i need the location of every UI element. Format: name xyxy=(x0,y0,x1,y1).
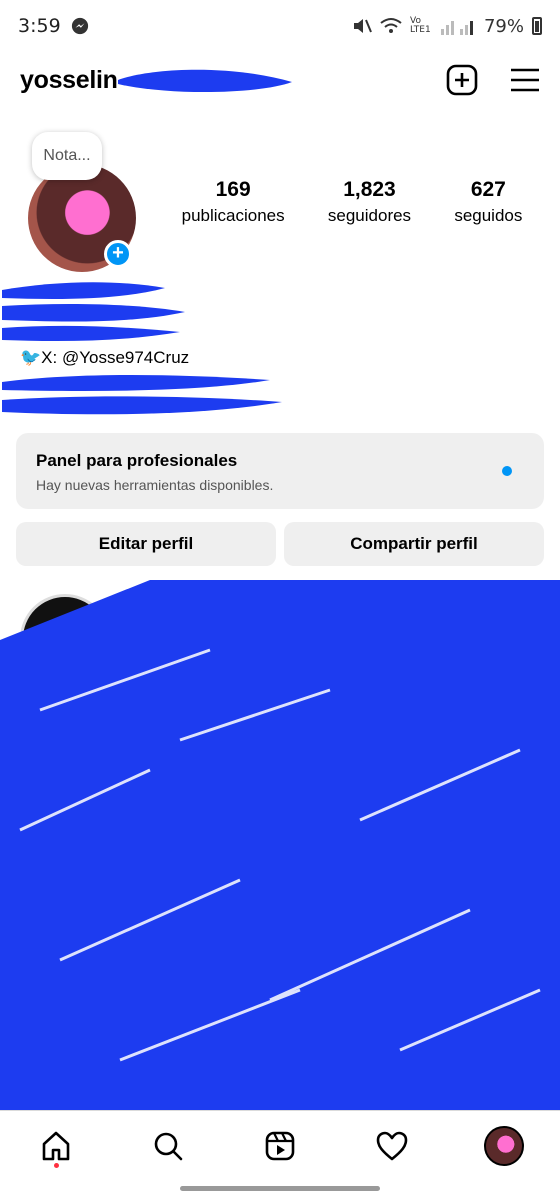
notification-dot xyxy=(502,466,512,476)
status-bar: 3:59 Vo LTE1 79% xyxy=(0,0,560,52)
messenger-icon xyxy=(71,17,88,35)
note-bubble[interactable]: Nota... xyxy=(32,132,102,180)
stat-following[interactable]: 627 seguidos xyxy=(454,178,522,226)
professional-dashboard[interactable]: Panel para profesionales Hay nuevas herr… xyxy=(16,433,544,509)
profile-header: yosselin xyxy=(0,52,560,108)
stat-value: 169 xyxy=(215,178,251,201)
stat-value: 627 xyxy=(470,178,506,201)
nav-activity[interactable] xyxy=(364,1118,420,1174)
pro-panel-title: Panel para profesionales xyxy=(36,451,238,470)
bio-social-handle[interactable]: 🐦X: @Yosse974Cruz xyxy=(20,346,540,369)
battery-percent: 79% xyxy=(483,15,524,37)
signal-icon xyxy=(440,21,473,35)
menu-icon[interactable] xyxy=(510,67,540,93)
edit-profile-button[interactable]: Editar perfil xyxy=(16,522,276,566)
battery-icon xyxy=(532,17,542,35)
add-story-icon[interactable]: + xyxy=(104,240,132,268)
profile-bio: 🐦X: @Yosse974Cruz xyxy=(2,276,540,415)
bottom-navigation xyxy=(0,1110,560,1180)
home-icon xyxy=(42,1131,70,1160)
network-label: Vo LTE1 xyxy=(409,16,431,35)
new-post-icon[interactable] xyxy=(446,64,478,96)
profile-avatar[interactable]: + xyxy=(28,164,136,272)
gesture-bar xyxy=(180,1186,380,1191)
stat-label: seguidos xyxy=(454,206,523,225)
nav-reels[interactable] xyxy=(252,1118,308,1174)
stat-followers[interactable]: 1,823 seguidores xyxy=(328,178,411,226)
nav-home[interactable] xyxy=(28,1118,84,1174)
username[interactable]: yosselin xyxy=(20,66,118,95)
profile-actions: Editar perfil Compartir perfil xyxy=(16,522,544,566)
redaction-scribble xyxy=(0,580,560,1110)
heart-icon xyxy=(376,1131,408,1160)
stat-label: publicaciones xyxy=(181,206,285,225)
bio-redaction-top xyxy=(2,282,185,342)
bio-redaction-bottom xyxy=(2,375,282,415)
nav-profile[interactable] xyxy=(476,1118,532,1174)
status-time: 3:59 xyxy=(18,15,61,37)
redacted-content-area xyxy=(0,580,560,1110)
stat-label: seguidores xyxy=(327,206,412,225)
stat-posts[interactable]: 169 publicaciones xyxy=(182,178,285,226)
share-profile-button[interactable]: Compartir perfil xyxy=(284,522,544,566)
profile-stats: 169 publicaciones 1,823 seguidores 627 s… xyxy=(160,178,544,226)
wifi-icon xyxy=(380,18,402,33)
stat-value: 1,823 xyxy=(343,178,396,201)
profile-avatar-icon xyxy=(484,1125,524,1166)
home-notification-dot xyxy=(53,1162,59,1168)
pro-panel-subtitle: Hay nuevas herramientas disponibles. xyxy=(36,477,274,493)
reels-icon xyxy=(265,1131,295,1160)
status-indicators: Vo LTE1 79% xyxy=(352,16,542,37)
username-redaction xyxy=(117,69,292,93)
nav-search[interactable] xyxy=(140,1118,196,1174)
mute-icon xyxy=(353,19,372,33)
search-icon xyxy=(154,1132,183,1160)
